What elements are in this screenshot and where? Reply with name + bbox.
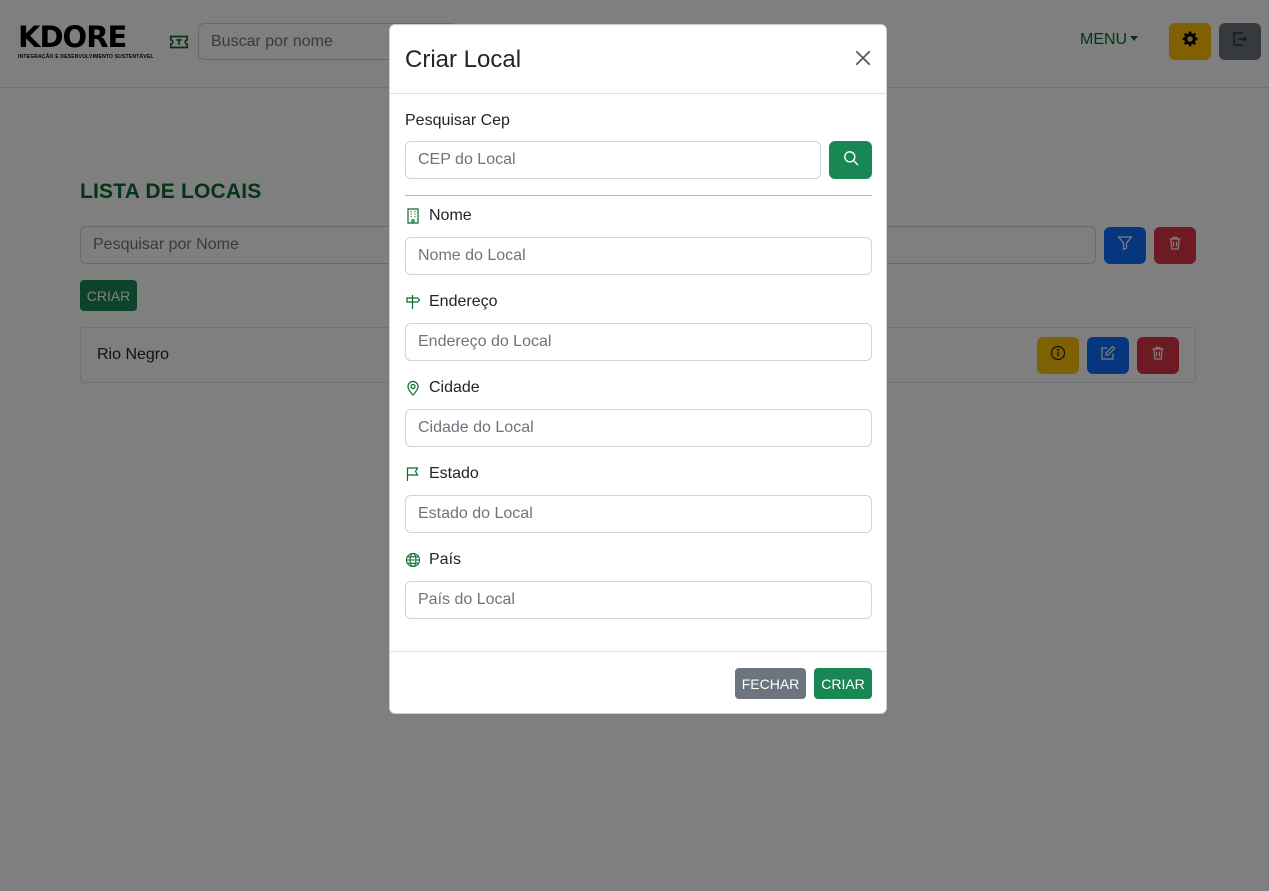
field-label-nome: Nome — [405, 207, 472, 225]
close-modal-button[interactable] — [850, 47, 876, 73]
close-button[interactable]: FECHAR — [735, 668, 806, 699]
divider — [405, 195, 872, 196]
building-icon — [405, 208, 421, 224]
estado-input[interactable] — [405, 495, 872, 533]
cidade-input[interactable] — [405, 409, 872, 447]
field-label-pais: País — [405, 551, 461, 569]
field-label-text: Nome — [429, 207, 472, 224]
field-label-cidade: Cidade — [405, 379, 480, 397]
modal-header: Criar Local — [390, 25, 886, 94]
create-location-modal: Criar Local Pesquisar Cep Nome Endereço — [389, 24, 887, 714]
field-label-endereco: Endereço — [405, 293, 498, 311]
field-label-text: Cidade — [429, 379, 480, 396]
endereco-input[interactable] — [405, 323, 872, 361]
cep-label: Pesquisar Cep — [405, 112, 510, 129]
signpost-icon — [405, 294, 421, 310]
field-label-text: Estado — [429, 465, 479, 482]
flag-icon — [405, 466, 421, 482]
field-label-text: Endereço — [429, 293, 498, 310]
pais-input[interactable] — [405, 581, 872, 619]
search-cep-button[interactable] — [829, 141, 872, 179]
field-label-text: País — [429, 551, 462, 568]
search-icon — [843, 150, 859, 171]
map-pin-icon — [405, 380, 421, 396]
modal-title: Criar Local — [405, 46, 522, 73]
field-label-estado: Estado — [405, 465, 479, 483]
modal-footer: FECHAR CRIAR — [390, 651, 886, 713]
cep-input[interactable] — [405, 141, 821, 179]
globe-icon — [405, 552, 421, 568]
nome-input[interactable] — [405, 237, 872, 275]
submit-create-button[interactable]: CRIAR — [814, 668, 872, 699]
close-icon — [854, 49, 872, 72]
